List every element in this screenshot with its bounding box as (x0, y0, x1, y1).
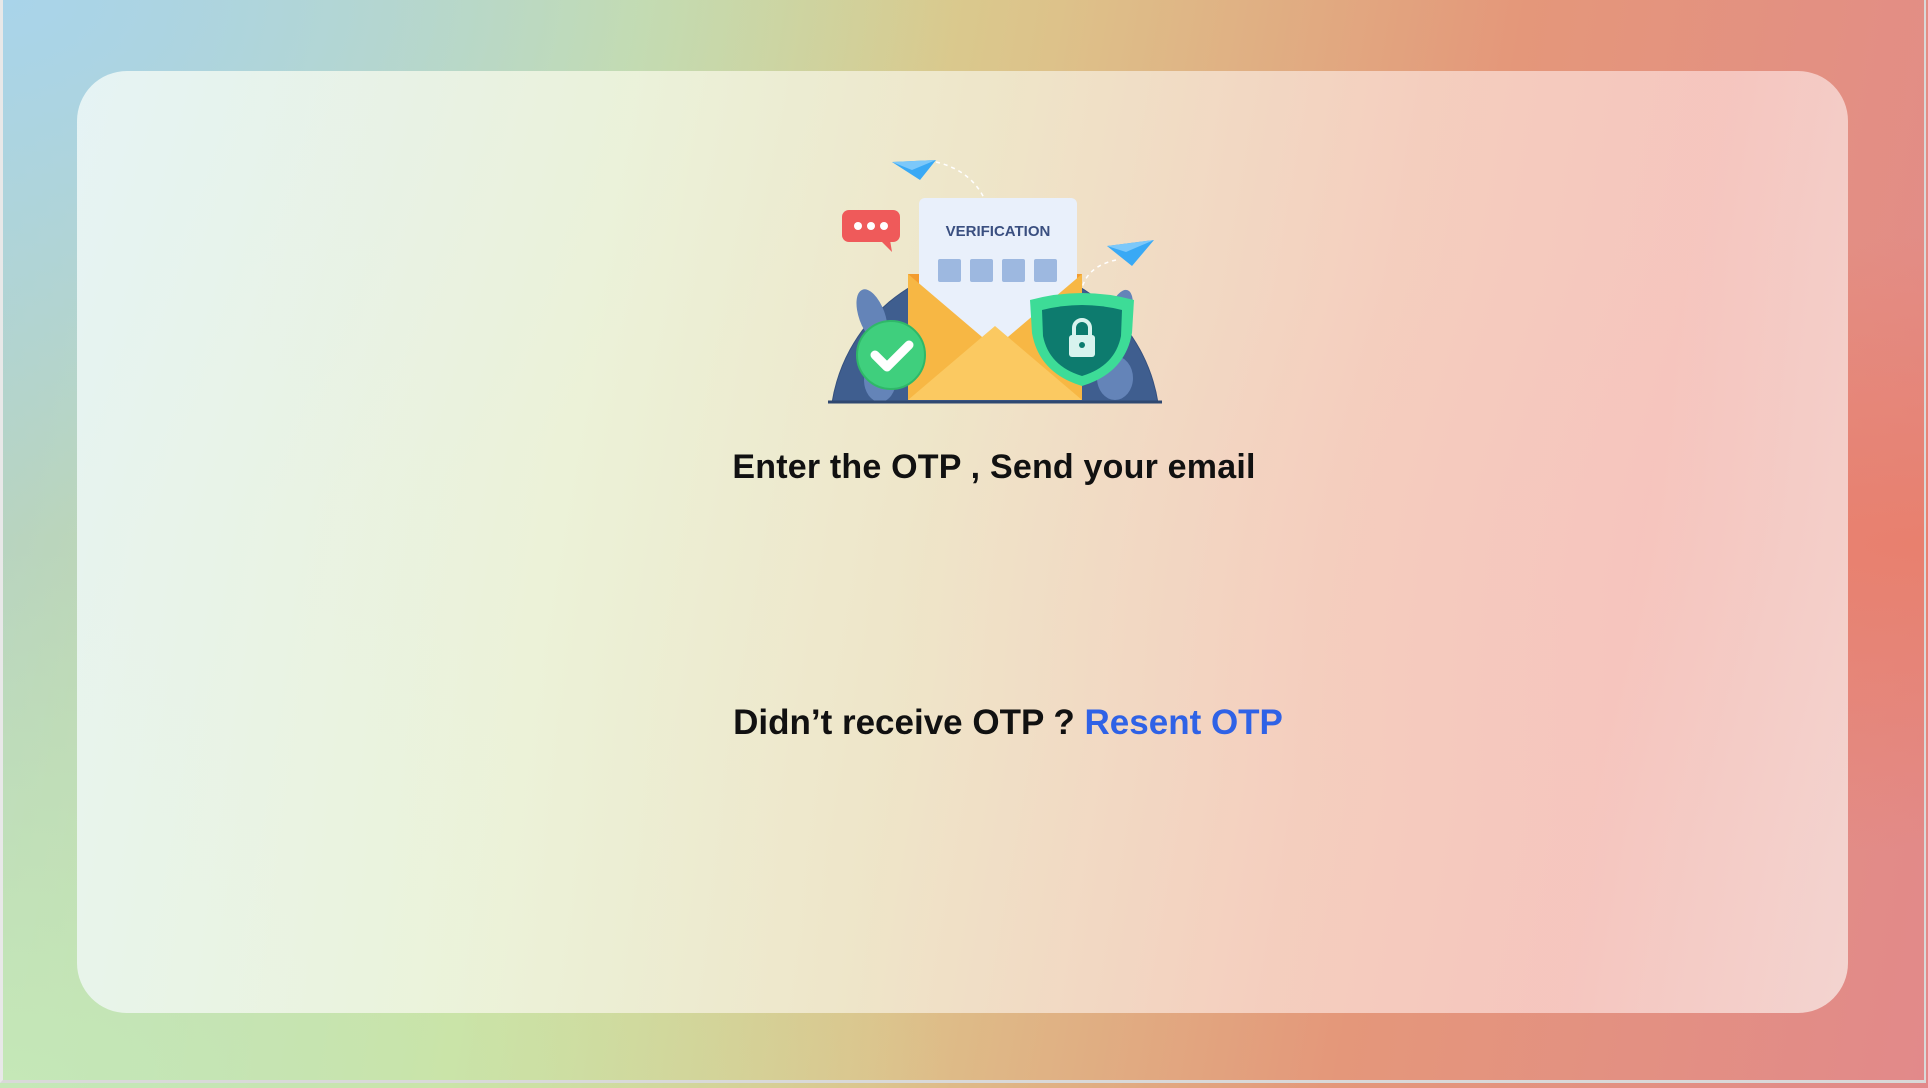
verification-page: VERIFICATION Enter the OTP , Send your e… (0, 0, 1928, 1088)
otp-heading: Enter the OTP , Send your email (732, 448, 1256, 486)
verification-card-label: VERIFICATION (946, 223, 1051, 240)
check-badge-icon (856, 320, 926, 390)
resend-otp-row: Didn’t receive OTP ? Resent OTP (0, 703, 1928, 743)
paper-plane-icon (892, 160, 985, 199)
chat-bubble-icon (842, 210, 900, 252)
paper-plane-icon (1081, 240, 1154, 289)
resend-otp-link[interactable]: Resent OTP (1085, 703, 1283, 742)
email-verification-illustration: VERIFICATION (828, 160, 1162, 404)
resend-otp-prompt: Didn’t receive OTP ? (733, 703, 1075, 742)
